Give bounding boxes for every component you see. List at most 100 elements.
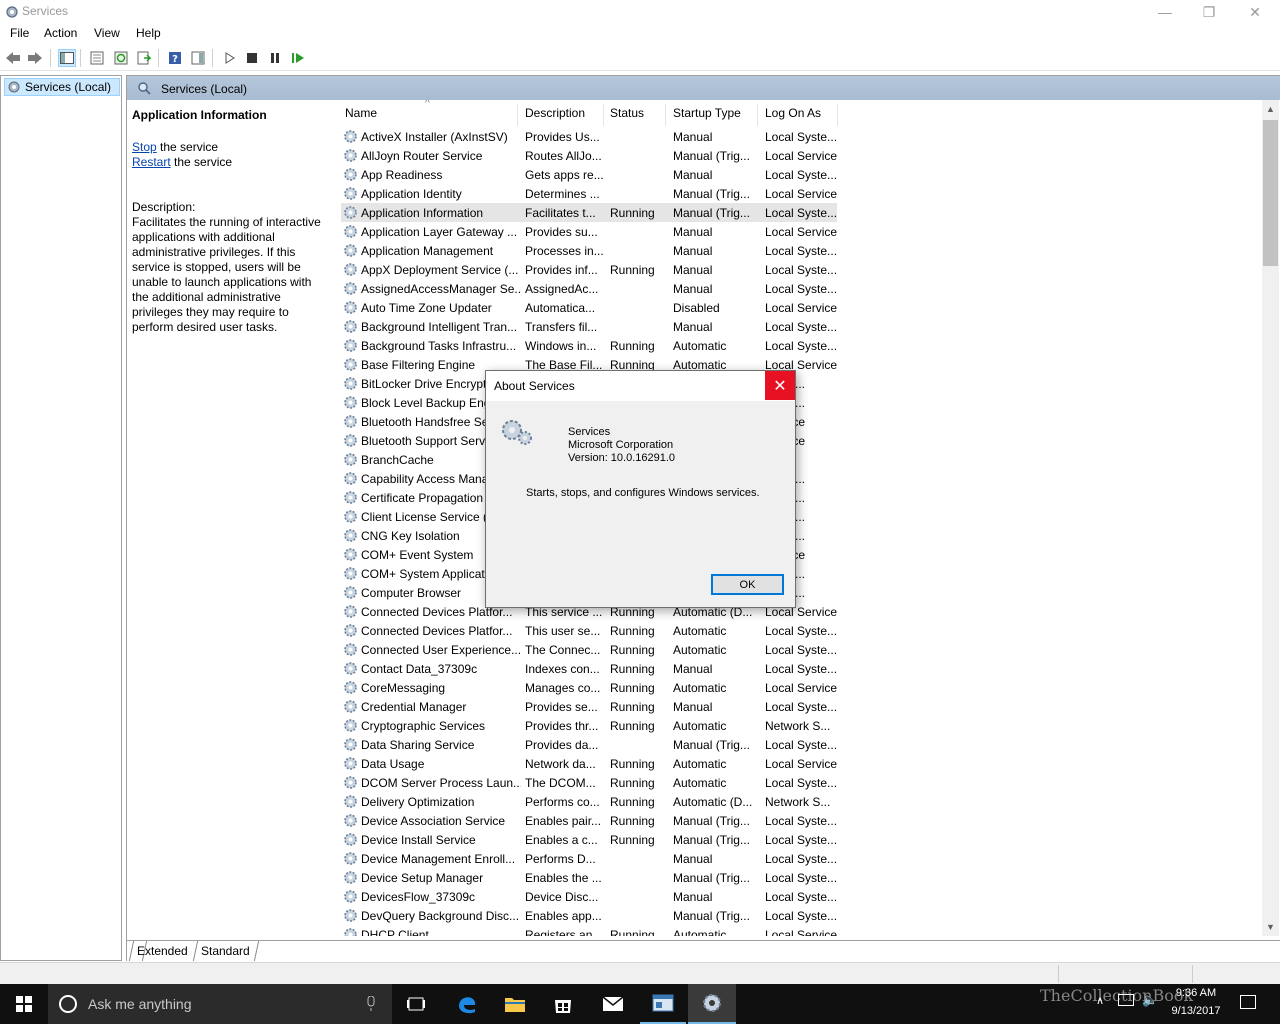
- show-action-pane-icon[interactable]: [189, 49, 207, 67]
- table-row[interactable]: Background Tasks Infrastru... Windows in.…: [341, 336, 837, 355]
- volume-icon[interactable]: 🔈: [1142, 992, 1158, 1008]
- task-view-icon[interactable]: [396, 992, 436, 1016]
- edge-icon[interactable]: [446, 988, 488, 1020]
- menu-file[interactable]: File: [10, 26, 29, 40]
- column-header-description[interactable]: Description: [525, 106, 585, 126]
- status-divider: [1192, 965, 1193, 983]
- table-row[interactable]: Cryptographic Services Provides thr... Run…: [341, 716, 837, 735]
- scroll-down-icon[interactable]: ▼: [1266, 922, 1275, 932]
- scroll-up-icon[interactable]: ▲: [1266, 104, 1275, 114]
- table-row[interactable]: Application Information Facilitates t... R…: [341, 203, 837, 222]
- tab-standard[interactable]: Standard: [195, 941, 256, 961]
- column-header-startup-type[interactable]: Startup Type: [673, 106, 741, 126]
- table-row[interactable]: DevicesFlow_37309c Device Disc... Manual Lo…: [341, 887, 837, 906]
- cell-name: Delivery Optimization: [361, 795, 475, 809]
- menu-view[interactable]: View: [94, 26, 120, 40]
- cell-startup-type: Manual: [673, 890, 713, 904]
- refresh-icon[interactable]: [112, 49, 130, 67]
- properties-icon[interactable]: [88, 49, 106, 67]
- store-icon[interactable]: [542, 988, 584, 1020]
- cell-log-on-as: Local Syste...: [765, 624, 838, 638]
- close-icon[interactable]: ✕: [1232, 0, 1278, 24]
- service-gear-icon: [344, 852, 357, 865]
- show-hidden-icons-icon[interactable]: ∧: [1096, 994, 1104, 1007]
- cell-status: Running: [610, 206, 655, 220]
- action-center-icon[interactable]: [1240, 995, 1256, 1009]
- table-row[interactable]: DHCP Client Registers an... Running Automat…: [341, 925, 837, 936]
- table-row[interactable]: Application Layer Gateway ... Provides su…: [341, 222, 837, 241]
- table-row[interactable]: AppX Deployment Service (... Provides inf…: [341, 260, 837, 279]
- cell-name: Application Identity: [361, 187, 462, 201]
- services-gear-icon[interactable]: [688, 984, 736, 1024]
- table-row[interactable]: Device Management Enroll... Performs D...…: [341, 849, 837, 868]
- back-arrow-icon[interactable]: [4, 49, 22, 67]
- table-row[interactable]: AssignedAccessManager Se... AssignedAc...…: [341, 279, 837, 298]
- export-list-icon[interactable]: [135, 49, 153, 67]
- column-header-name[interactable]: Name: [345, 106, 377, 126]
- tab-extended[interactable]: Extended: [131, 941, 194, 961]
- table-row[interactable]: Data Sharing Service Provides da... Manual…: [341, 735, 837, 754]
- cell-name: AllJoyn Router Service: [361, 149, 483, 163]
- minimize-icon[interactable]: —: [1142, 0, 1188, 24]
- restart-icon[interactable]: [289, 49, 307, 67]
- menu-help[interactable]: Help: [136, 26, 161, 40]
- file-explorer-icon[interactable]: [494, 988, 536, 1020]
- table-row[interactable]: Application Management Processes in... Man…: [341, 241, 837, 260]
- table-row[interactable]: Data Usage Network da... Running Automatic L…: [341, 754, 837, 773]
- show-hide-console-tree-icon[interactable]: [58, 49, 76, 67]
- pause-icon[interactable]: [266, 49, 284, 67]
- microphone-icon[interactable]: [366, 996, 376, 1012]
- table-row[interactable]: ActiveX Installer (AxInstSV) Provides Us.…: [341, 127, 837, 146]
- table-row[interactable]: Connected Devices Platfor... This user se…: [341, 621, 837, 640]
- search-box[interactable]: Ask me anything: [48, 984, 392, 1024]
- about-dialog: About Services ✕ Services Microsoft Corp…: [485, 370, 796, 608]
- network-icon[interactable]: [1118, 994, 1134, 1006]
- column-separator[interactable]: [837, 104, 838, 126]
- column-separator[interactable]: [757, 104, 758, 126]
- table-row[interactable]: Delivery Optimization Performs co... Runni…: [341, 792, 837, 811]
- ok-button[interactable]: OK: [711, 574, 784, 595]
- column-separator[interactable]: [603, 104, 604, 126]
- table-row[interactable]: Contact Data_37309c Indexes con... Running…: [341, 659, 837, 678]
- restore-icon[interactable]: ❐: [1186, 0, 1232, 24]
- table-row[interactable]: Device Setup Manager Enables the ... Manua…: [341, 868, 837, 887]
- help-icon[interactable]: ?: [166, 49, 184, 67]
- scrollbar-thumb[interactable]: [1263, 120, 1278, 266]
- table-row[interactable]: DevQuery Background Disc... Enables app..…: [341, 906, 837, 925]
- services-console-icon[interactable]: [640, 984, 686, 1024]
- tree-node-services-local[interactable]: Services (Local): [4, 78, 120, 96]
- table-row[interactable]: AllJoyn Router Service Routes AllJo... Man…: [341, 146, 837, 165]
- close-icon[interactable]: ✕: [765, 371, 795, 400]
- table-row[interactable]: App Readiness Gets apps re... Manual Local …: [341, 165, 837, 184]
- stop-link[interactable]: Stop: [132, 140, 157, 154]
- play-icon[interactable]: [220, 49, 238, 67]
- service-gear-icon: [344, 358, 357, 371]
- restart-link[interactable]: Restart: [132, 155, 171, 169]
- start-button[interactable]: [0, 984, 48, 1024]
- table-row[interactable]: Connected User Experience... The Connec..…: [341, 640, 837, 659]
- table-row[interactable]: CoreMessaging Manages co... Running Automat…: [341, 678, 837, 697]
- cell-log-on-as: Local Service: [765, 928, 838, 936]
- dialog-description: Starts, stops, and configures Windows se…: [526, 487, 760, 499]
- table-row[interactable]: Background Intelligent Tran... Transfers …: [341, 317, 837, 336]
- clock-time[interactable]: 9:36 AM: [1164, 987, 1228, 999]
- mail-icon[interactable]: [592, 988, 634, 1020]
- column-separator[interactable]: [665, 104, 666, 126]
- cell-status: Running: [610, 263, 655, 277]
- forward-arrow-icon[interactable]: [26, 49, 44, 67]
- table-row[interactable]: Device Association Service Enables pair..…: [341, 811, 837, 830]
- column-header-log-on-as[interactable]: Log On As: [765, 106, 821, 126]
- cell-description: Enables app...: [525, 909, 602, 923]
- table-row[interactable]: DCOM Server Process Laun... The DCOM... Ru…: [341, 773, 837, 792]
- column-separator[interactable]: [517, 104, 518, 126]
- cell-startup-type: Automatic: [673, 776, 727, 790]
- menu-action[interactable]: Action: [44, 26, 77, 40]
- table-row[interactable]: Credential Manager Provides se... Running M…: [341, 697, 837, 716]
- stop-icon[interactable]: [243, 49, 261, 67]
- clock-date[interactable]: 9/13/2017: [1164, 1005, 1228, 1017]
- table-row[interactable]: Application Identity Determines ... Manual…: [341, 184, 837, 203]
- cell-log-on-as: Network S...: [765, 719, 831, 733]
- table-row[interactable]: Auto Time Zone Updater Automatica... Disab…: [341, 298, 837, 317]
- column-header-status[interactable]: Status: [610, 106, 644, 126]
- table-row[interactable]: Device Install Service Enables a c... Runn…: [341, 830, 837, 849]
